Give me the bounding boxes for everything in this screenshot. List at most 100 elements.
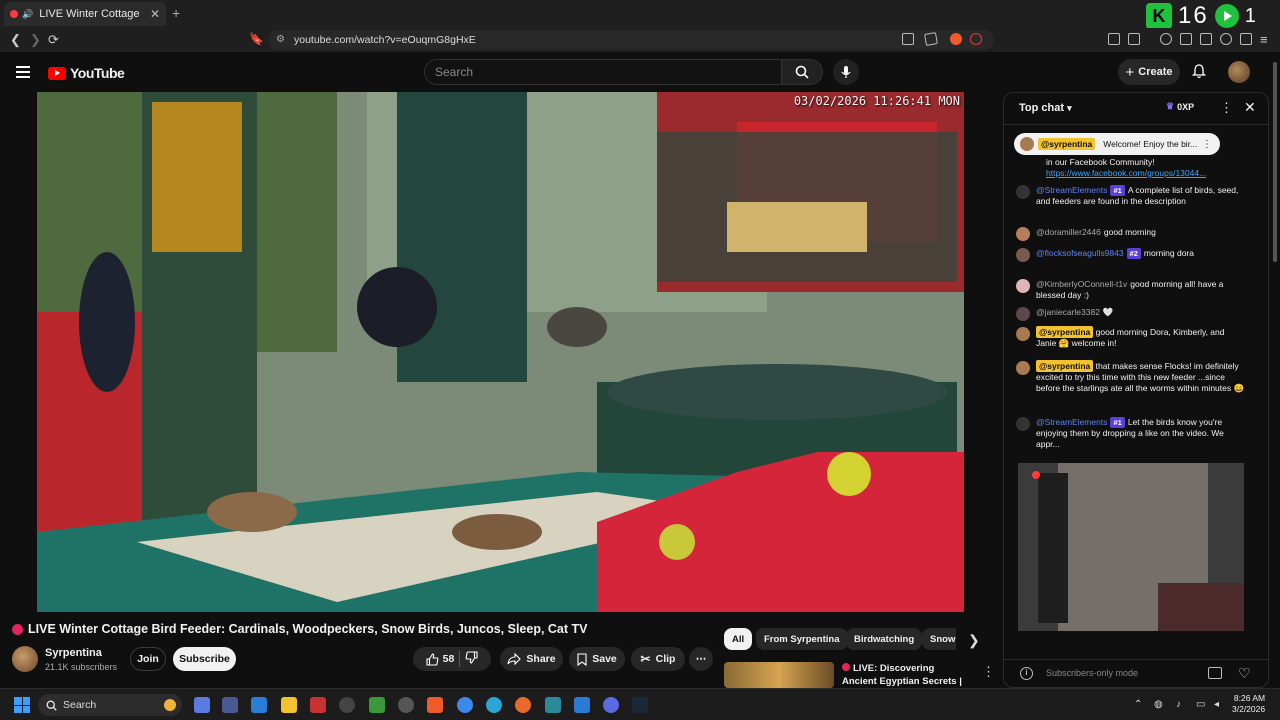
task-view-icon[interactable]: [194, 697, 210, 713]
bookmark-icon[interactable]: 🔖: [249, 32, 264, 46]
chat-mention[interactable]: @syrpentina: [1036, 326, 1094, 338]
app-icon-3[interactable]: [310, 697, 326, 713]
recommended-thumbnail[interactable]: [724, 662, 834, 688]
info-icon[interactable]: i: [1020, 667, 1033, 680]
browser-tab[interactable]: 🔊 LIVE Winter Cottage Bird F ✕: [4, 2, 166, 26]
pinned-menu-icon[interactable]: ⋮: [1202, 139, 1212, 150]
app-icon-4[interactable]: [339, 697, 355, 713]
chat-title: Top chat: [1019, 102, 1065, 114]
chat-username[interactable]: @StreamElements: [1036, 185, 1107, 195]
chevron-right-icon[interactable]: ❯: [968, 632, 980, 649]
reload-icon[interactable]: ⟳: [48, 32, 59, 48]
channel-name[interactable]: Syrpentina: [45, 647, 102, 659]
chat-scrollbar[interactable]: [1272, 62, 1278, 682]
dislike-button[interactable]: [465, 651, 478, 667]
voice-search-button[interactable]: [833, 59, 859, 85]
app-icon-6[interactable]: [398, 697, 414, 713]
vpn-icon[interactable]: [1240, 33, 1252, 45]
tray-volume-icon[interactable]: ◂: [1214, 699, 1219, 710]
tray-app-icon[interactable]: ◍: [1154, 699, 1163, 710]
like-button[interactable]: 58: [426, 652, 454, 666]
browser-tab-strip: 🔊 LIVE Winter Cottage Bird F ✕ + K 16 1: [0, 0, 1280, 29]
account-avatar[interactable]: [1228, 61, 1250, 83]
tab-close-icon[interactable]: ✕: [150, 7, 160, 21]
save-button[interactable]: Save: [569, 647, 625, 671]
vscode-icon[interactable]: [574, 697, 590, 713]
chat-username[interactable]: @KimberlyOConnell-t1v: [1036, 279, 1127, 289]
wallet-icon[interactable]: [1200, 33, 1212, 45]
chip-snow[interactable]: Snow: [922, 628, 956, 650]
tray-chevron-up-icon[interactable]: ⌃: [1134, 699, 1142, 710]
menu-icon[interactable]: ≡: [1260, 32, 1268, 47]
app-icon-5[interactable]: [369, 697, 385, 713]
address-bar-row: ❮ ❯ ⟳ 🔖 ⚙ youtube.com/watch?v=eOuqmG8gHx…: [0, 28, 1280, 52]
heart-icon[interactable]: ♡: [1238, 665, 1251, 682]
file-explorer-icon[interactable]: [281, 697, 297, 713]
chat-username[interactable]: @janiecarle3382: [1036, 307, 1100, 317]
speaker-icon[interactable]: 🔊: [22, 9, 33, 20]
chat-menu-icon[interactable]: ⋮: [1220, 100, 1233, 116]
edge-icon[interactable]: [486, 697, 502, 713]
youtube-logo[interactable]: YouTube: [48, 65, 125, 81]
chat-mention[interactable]: @syrpentina: [1036, 360, 1094, 372]
channel-avatar[interactable]: [12, 646, 38, 672]
discord-icon[interactable]: [603, 697, 619, 713]
chip-birdwatching[interactable]: Birdwatching: [846, 628, 923, 650]
chat-message-text: good morning: [1103, 227, 1156, 237]
subscribe-button[interactable]: Subscribe: [173, 647, 236, 671]
url-field[interactable]: ⚙ youtube.com/watch?v=eOuqmG8gHxE: [268, 30, 994, 50]
chat-mode-dropdown[interactable]: Top chat ▾: [1019, 102, 1072, 114]
share-button[interactable]: Share: [500, 647, 563, 671]
pinned-message[interactable]: @syrpentina Welcome! Enjoy the bir... ⋮: [1014, 133, 1220, 155]
firefox-icon[interactable]: [515, 697, 531, 713]
chat-username[interactable]: @doramiller2446: [1036, 227, 1101, 237]
chat-message-link[interactable]: https://www.facebook.com/groups/13044...: [1046, 168, 1206, 178]
chrome-icon[interactable]: [457, 697, 473, 713]
cast-icon[interactable]: [902, 33, 914, 45]
create-button[interactable]: + Create: [1118, 59, 1180, 85]
steam-icon[interactable]: [632, 697, 648, 713]
chat-emoji-menu-icon[interactable]: [1208, 667, 1222, 679]
taskbar-clock[interactable]: 8:26 AM 3/2/2026: [1232, 693, 1265, 715]
leo-icon[interactable]: [1220, 33, 1232, 45]
media-icon[interactable]: [1160, 33, 1172, 45]
taskbar-search[interactable]: Search: [38, 694, 182, 716]
video-title-text: LIVE Winter Cottage Bird Feeder: Cardina…: [28, 622, 588, 636]
chip-all[interactable]: All: [724, 628, 753, 650]
app-icon-1[interactable]: [222, 697, 238, 713]
notifications-bell-icon[interactable]: [1191, 64, 1207, 83]
recommended-more-icon[interactable]: ⋮: [982, 664, 995, 680]
search-button[interactable]: [781, 59, 823, 85]
video-player[interactable]: 03/02/2026 11:26:41 MON: [37, 92, 964, 612]
tray-network-icon[interactable]: ▭: [1196, 699, 1205, 710]
hamburger-menu-icon[interactable]: [16, 66, 30, 78]
picture-in-picture-overlay[interactable]: [1018, 463, 1244, 631]
app-icon-7[interactable]: [545, 697, 561, 713]
site-info-icon[interactable]: ⚙: [276, 30, 285, 50]
more-actions-button[interactable]: ⋯: [689, 647, 713, 671]
rewards-icon[interactable]: [970, 33, 982, 45]
windows-taskbar: Search ⌃ ◍ ♪ ▭ ◂ 8:26 AM 3/2/2026: [0, 688, 1280, 720]
back-icon[interactable]: ❮: [10, 32, 21, 48]
member-badge: #1: [1110, 185, 1125, 196]
sidebar-icon[interactable]: [1128, 33, 1140, 45]
share-page-icon[interactable]: [924, 32, 938, 46]
chat-username[interactable]: @flocksofseagulls9843: [1036, 248, 1124, 258]
chat-avatar: [1016, 417, 1030, 431]
tray-mic-icon[interactable]: ♪: [1176, 699, 1181, 710]
extensions-icon[interactable]: [1108, 33, 1120, 45]
brave-browser-icon[interactable]: [427, 697, 443, 713]
points-indicator[interactable]: ♛ 0XP: [1166, 101, 1194, 112]
new-tab-icon[interactable]: +: [172, 5, 180, 21]
chat-username[interactable]: @StreamElements: [1036, 417, 1107, 427]
reading-list-icon[interactable]: [1180, 33, 1192, 45]
forward-icon[interactable]: ❯: [30, 32, 41, 48]
chat-close-icon[interactable]: ✕: [1244, 99, 1256, 116]
brave-shield-icon[interactable]: [950, 33, 962, 45]
windows-start-icon[interactable]: [14, 697, 30, 713]
chip-from-channel[interactable]: From Syrpentina: [756, 628, 848, 650]
join-button[interactable]: Join: [130, 647, 166, 671]
app-icon-2[interactable]: [251, 697, 267, 713]
search-input[interactable]: Search: [424, 59, 782, 85]
clip-button[interactable]: ✂ Clip: [631, 647, 685, 671]
